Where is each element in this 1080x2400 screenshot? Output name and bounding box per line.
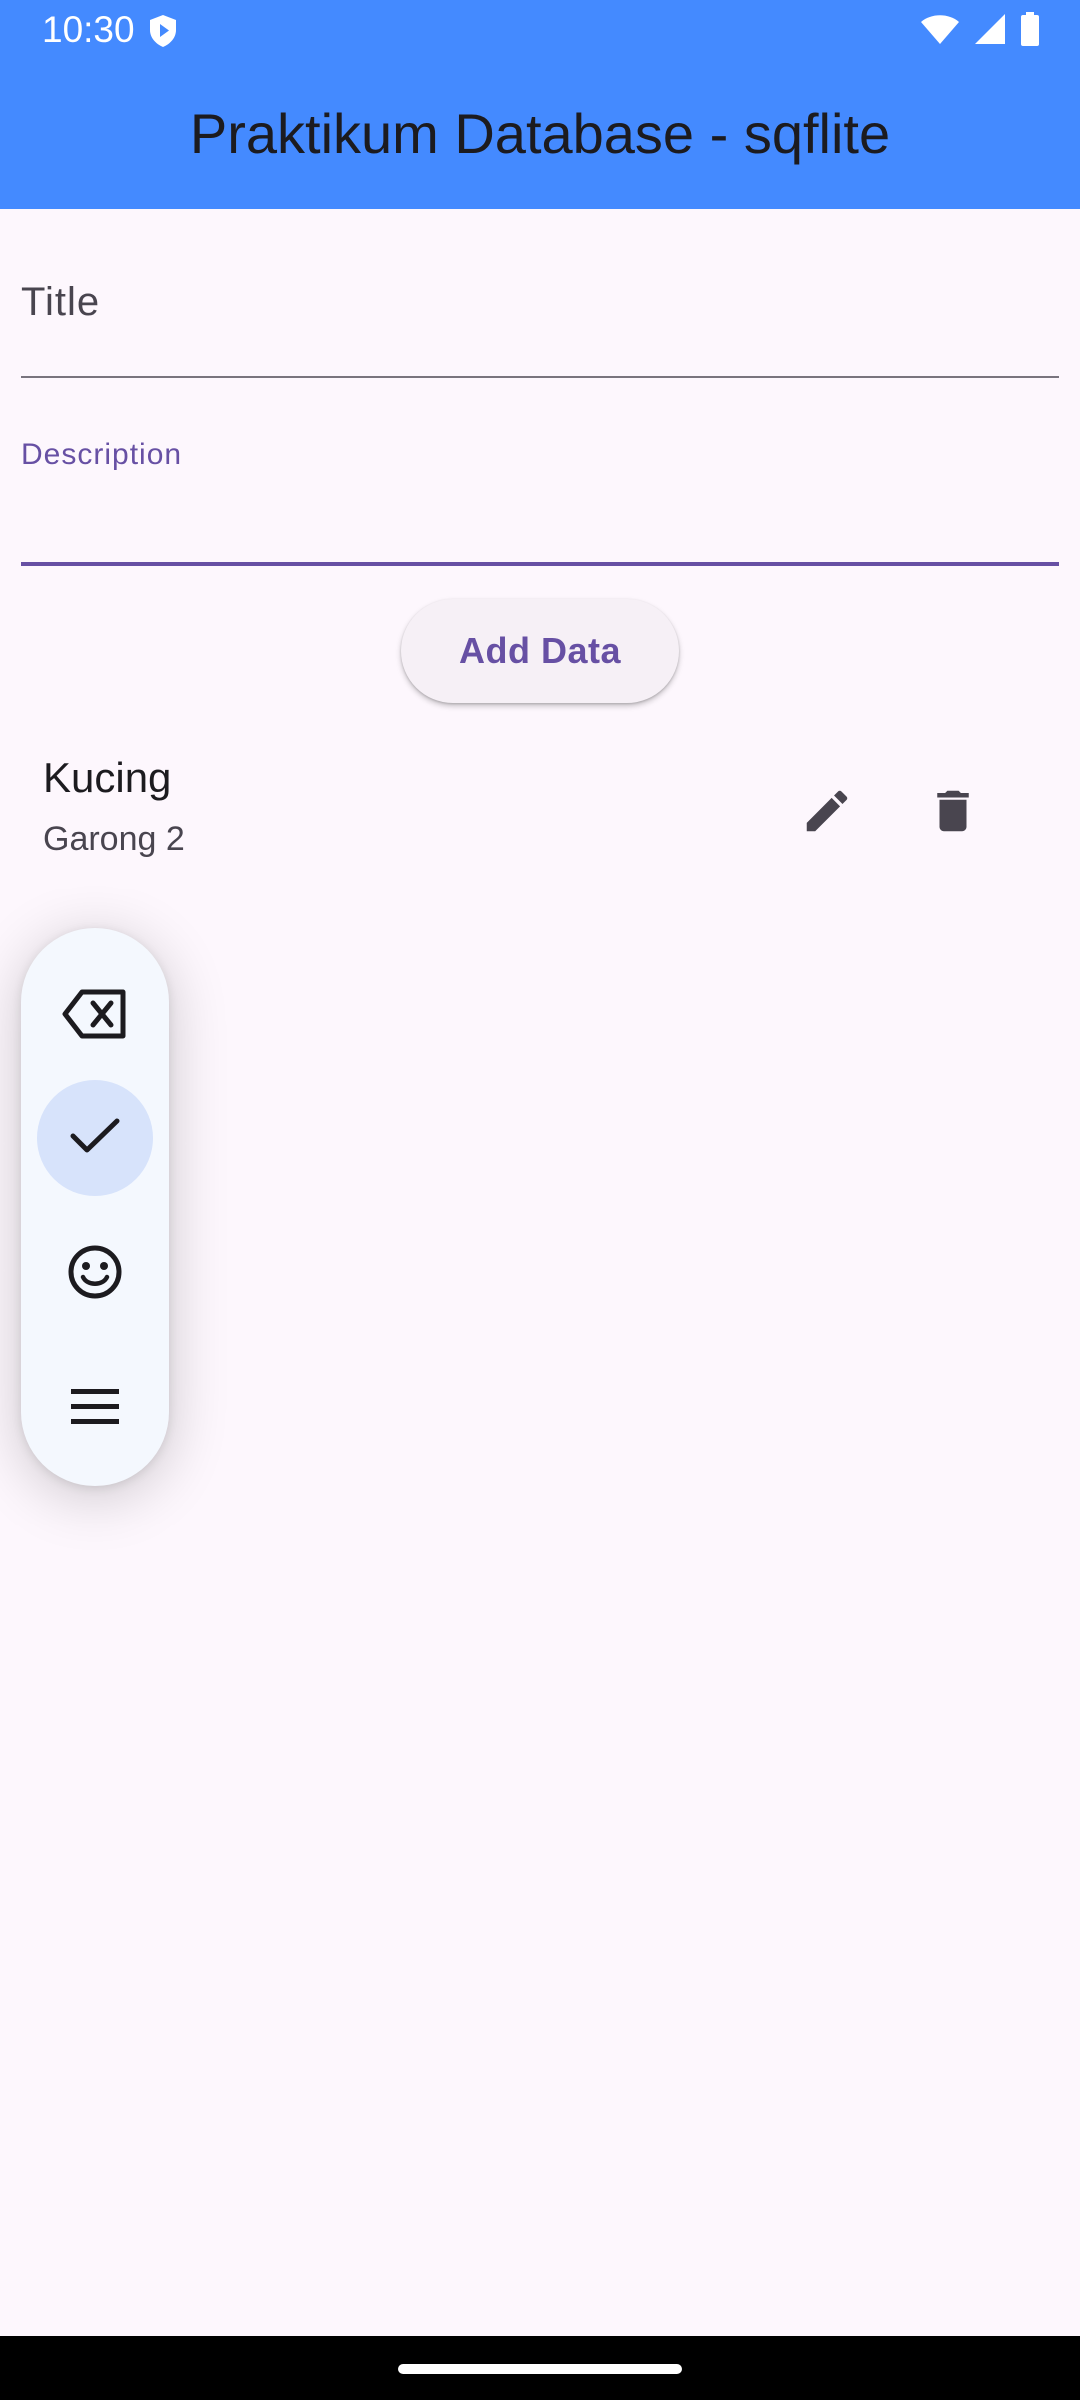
list-item[interactable]: Kucing Garong 2 xyxy=(0,740,1080,880)
keyboard-toolbar xyxy=(21,928,169,1486)
description-field-label: Description xyxy=(21,438,183,471)
edit-button[interactable] xyxy=(792,778,862,848)
status-time: 10:30 xyxy=(42,9,135,50)
cellular-signal-icon xyxy=(974,13,1006,50)
emoji-button[interactable] xyxy=(37,1216,153,1332)
page-title: Praktikum Database - sqflite xyxy=(189,102,891,165)
delete-icon xyxy=(926,784,980,843)
description-field[interactable]: Description xyxy=(21,430,1059,566)
add-data-button[interactable]: Add Data xyxy=(401,599,679,703)
check-icon xyxy=(69,1116,121,1161)
description-field-underline xyxy=(21,562,1059,566)
item-subtitle: Garong 2 xyxy=(43,820,185,858)
title-field-label: Title xyxy=(21,280,101,324)
status-icons xyxy=(920,12,1040,51)
title-field[interactable]: Title xyxy=(21,260,1059,378)
done-button[interactable] xyxy=(37,1080,153,1196)
menu-button[interactable] xyxy=(37,1350,153,1466)
backspace-button[interactable] xyxy=(37,958,153,1074)
shield-play-icon xyxy=(148,14,178,53)
delete-button[interactable] xyxy=(918,778,988,848)
title-field-underline xyxy=(21,376,1059,378)
edit-icon xyxy=(800,784,854,843)
app-bar: 10:30 Praktikum Database - sqflite xyxy=(0,0,1080,209)
backspace-icon xyxy=(62,989,128,1044)
emoji-icon xyxy=(67,1244,123,1305)
wifi-icon xyxy=(920,13,960,50)
battery-icon xyxy=(1020,12,1040,51)
item-title: Kucing xyxy=(43,754,172,801)
system-navigation-bar xyxy=(0,2336,1080,2400)
menu-icon xyxy=(69,1386,121,1431)
home-gesture-handle[interactable] xyxy=(398,2364,682,2374)
